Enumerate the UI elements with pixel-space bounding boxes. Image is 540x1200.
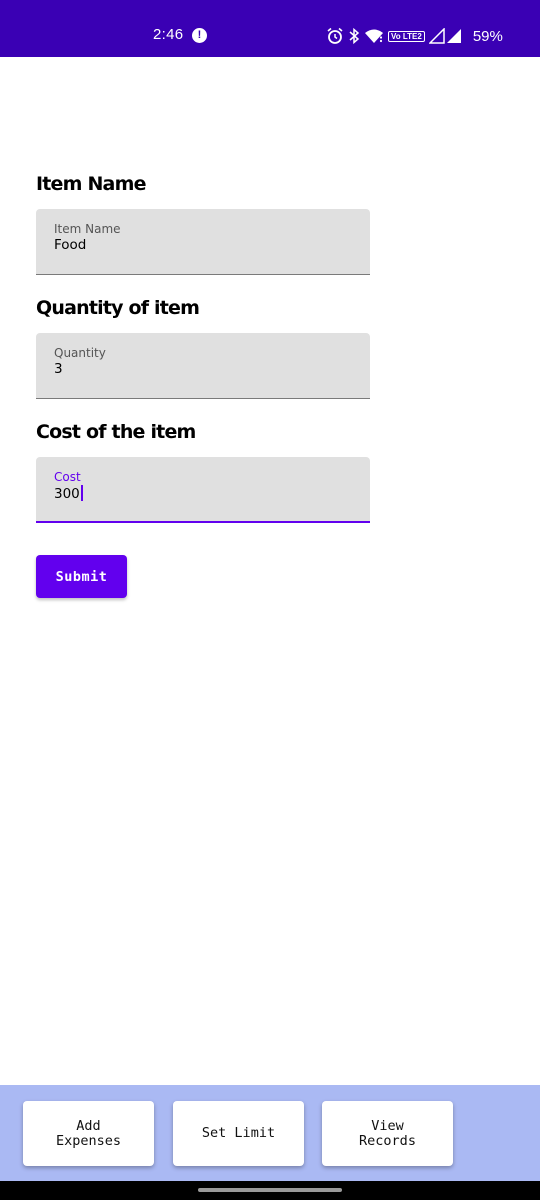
quantity-value: 3	[54, 361, 63, 377]
bluetooth-icon	[349, 27, 360, 45]
cost-title: Cost of the item	[36, 421, 196, 443]
item-name-title: Item Name	[36, 173, 146, 195]
status-bar: 2:46 ! Vo LTE2 59%	[0, 0, 540, 57]
quantity-field[interactable]: Quantity 3	[36, 333, 370, 399]
signal-icon	[428, 28, 461, 44]
alarm-icon	[327, 27, 343, 44]
status-time: 2:46	[153, 26, 184, 43]
cost-label: Cost	[54, 470, 81, 484]
cost-field[interactable]: Cost 300	[36, 457, 370, 523]
set-limit-button[interactable]: Set Limit	[173, 1101, 304, 1166]
item-name-value: Food	[54, 237, 87, 253]
status-icons: Vo LTE2 59%	[326, 25, 503, 47]
text-cursor	[80, 485, 83, 501]
alert-icon: !	[192, 28, 207, 43]
quantity-title: Quantity of item	[36, 297, 200, 319]
view-records-button[interactable]: View Records	[322, 1101, 453, 1166]
quantity-label: Quantity	[54, 346, 106, 360]
cost-value-wrap: 300	[54, 485, 83, 502]
volte-badge: Vo LTE2	[388, 30, 425, 42]
gesture-bar	[0, 1181, 540, 1200]
wifi-icon	[365, 29, 383, 43]
item-name-label: Item Name	[54, 222, 121, 236]
add-expenses-button[interactable]: Add Expenses	[23, 1101, 154, 1166]
submit-button[interactable]: Submit	[36, 555, 127, 598]
cost-value: 300	[54, 486, 80, 502]
item-name-field[interactable]: Item Name Food	[36, 209, 370, 275]
home-gesture-handle[interactable]	[198, 1188, 342, 1192]
bottom-nav: Add Expenses Set Limit View Records	[0, 1085, 540, 1181]
battery-level: 59%	[472, 27, 503, 45]
